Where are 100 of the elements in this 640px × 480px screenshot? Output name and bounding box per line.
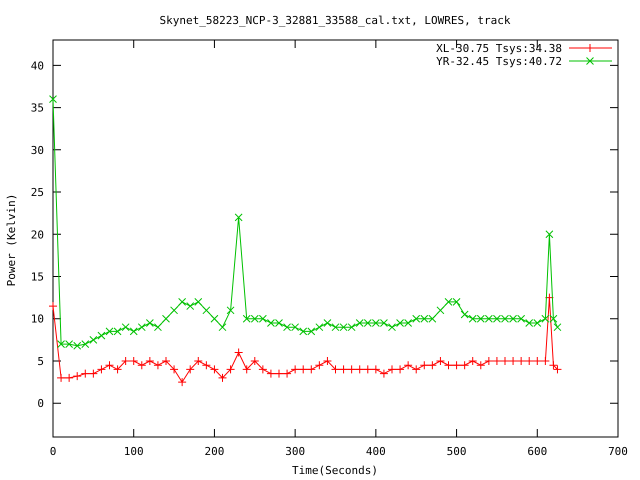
data-point — [282, 369, 292, 378]
data-point — [122, 323, 130, 332]
data-point — [73, 342, 82, 350]
data-point — [396, 318, 404, 327]
data-point — [97, 332, 106, 340]
data-point — [420, 360, 429, 370]
data-point — [541, 314, 550, 323]
data-point — [65, 340, 74, 348]
data-point — [509, 314, 518, 323]
data-point — [72, 372, 82, 381]
data-point — [452, 360, 462, 370]
data-point — [96, 364, 106, 374]
data-point — [226, 364, 236, 374]
data-point — [137, 360, 146, 370]
data-point — [88, 369, 98, 378]
data-point — [105, 360, 114, 370]
data-point — [404, 360, 413, 370]
x-axis-label: Time(Seconds) — [292, 464, 378, 477]
data-point — [306, 364, 316, 374]
data-point — [428, 360, 437, 370]
data-point — [170, 364, 179, 374]
x-tick-label: 200 — [204, 445, 224, 458]
data-point — [468, 356, 478, 366]
data-point — [339, 364, 348, 374]
data-point — [210, 364, 219, 374]
data-point — [524, 356, 534, 366]
y-tick-label: 40 — [30, 59, 44, 72]
data-point — [129, 356, 138, 366]
data-point — [258, 314, 267, 323]
data-point — [194, 298, 202, 306]
data-point — [412, 314, 420, 323]
data-point — [484, 356, 494, 366]
data-point — [146, 318, 154, 327]
data-point — [388, 364, 396, 374]
y-tick-label: 35 — [30, 102, 44, 115]
data-point — [250, 356, 260, 366]
data-point — [314, 360, 324, 370]
data-point — [186, 302, 194, 310]
data-point — [331, 364, 340, 374]
data-point — [484, 314, 493, 323]
data-point — [202, 306, 210, 314]
data-point — [266, 369, 276, 378]
y-tick-label: 15 — [30, 270, 44, 284]
y-tick-label: 5 — [37, 354, 44, 368]
data-point — [266, 318, 275, 327]
data-point — [250, 314, 259, 323]
data-point — [186, 364, 195, 374]
data-point — [371, 364, 380, 374]
legend-label: YR-32.45 Tsys:40.72 — [436, 55, 562, 68]
data-point — [428, 314, 436, 323]
data-point — [291, 323, 300, 332]
data-point — [348, 323, 356, 332]
data-point — [436, 306, 444, 314]
data-point — [258, 364, 268, 374]
data-point — [525, 318, 534, 327]
data-point — [48, 302, 58, 311]
data-point — [154, 323, 162, 332]
data-point — [274, 369, 284, 378]
data-point — [492, 314, 501, 323]
data-point — [322, 356, 332, 366]
y-tick-label: 0 — [37, 397, 44, 410]
data-point — [242, 314, 251, 323]
legend-label: XL-30.75 Tsys:34.38 — [436, 42, 562, 55]
data-point — [299, 327, 308, 336]
data-point — [420, 314, 428, 323]
data-point — [145, 356, 154, 366]
data-point — [89, 336, 98, 344]
data-point — [218, 373, 227, 382]
x-tick-label: 500 — [446, 445, 466, 458]
data-point — [81, 340, 90, 348]
x-tick-label: 600 — [527, 445, 548, 458]
chart-title: Skynet_58223_NCP-3_32881_33588_cal.txt, LOWRES, track — [160, 14, 510, 27]
data-point — [178, 298, 186, 306]
data-point — [202, 360, 211, 370]
data-point — [130, 327, 138, 336]
data-point — [153, 360, 162, 370]
x-tick-label: 700 — [608, 445, 628, 458]
data-point — [298, 364, 308, 374]
x-tick-label: 0 — [50, 445, 56, 458]
data-point — [64, 373, 74, 382]
data-point — [404, 318, 412, 327]
data-point — [113, 364, 122, 374]
data-point — [516, 356, 526, 366]
data-point — [363, 364, 372, 374]
data-point — [460, 360, 470, 370]
legend-line-icon — [568, 57, 612, 65]
data-point — [553, 323, 562, 332]
data-point — [283, 323, 292, 332]
data-point — [49, 95, 57, 104]
data-point — [380, 318, 388, 327]
data-point — [194, 356, 203, 366]
data-point — [492, 356, 502, 366]
data-point — [57, 340, 66, 348]
data-point — [460, 310, 469, 319]
data-point — [170, 306, 178, 314]
data-point — [80, 369, 90, 378]
data-point — [290, 364, 300, 374]
data-point — [545, 230, 554, 238]
data-point — [114, 327, 122, 336]
data-point — [162, 356, 170, 366]
